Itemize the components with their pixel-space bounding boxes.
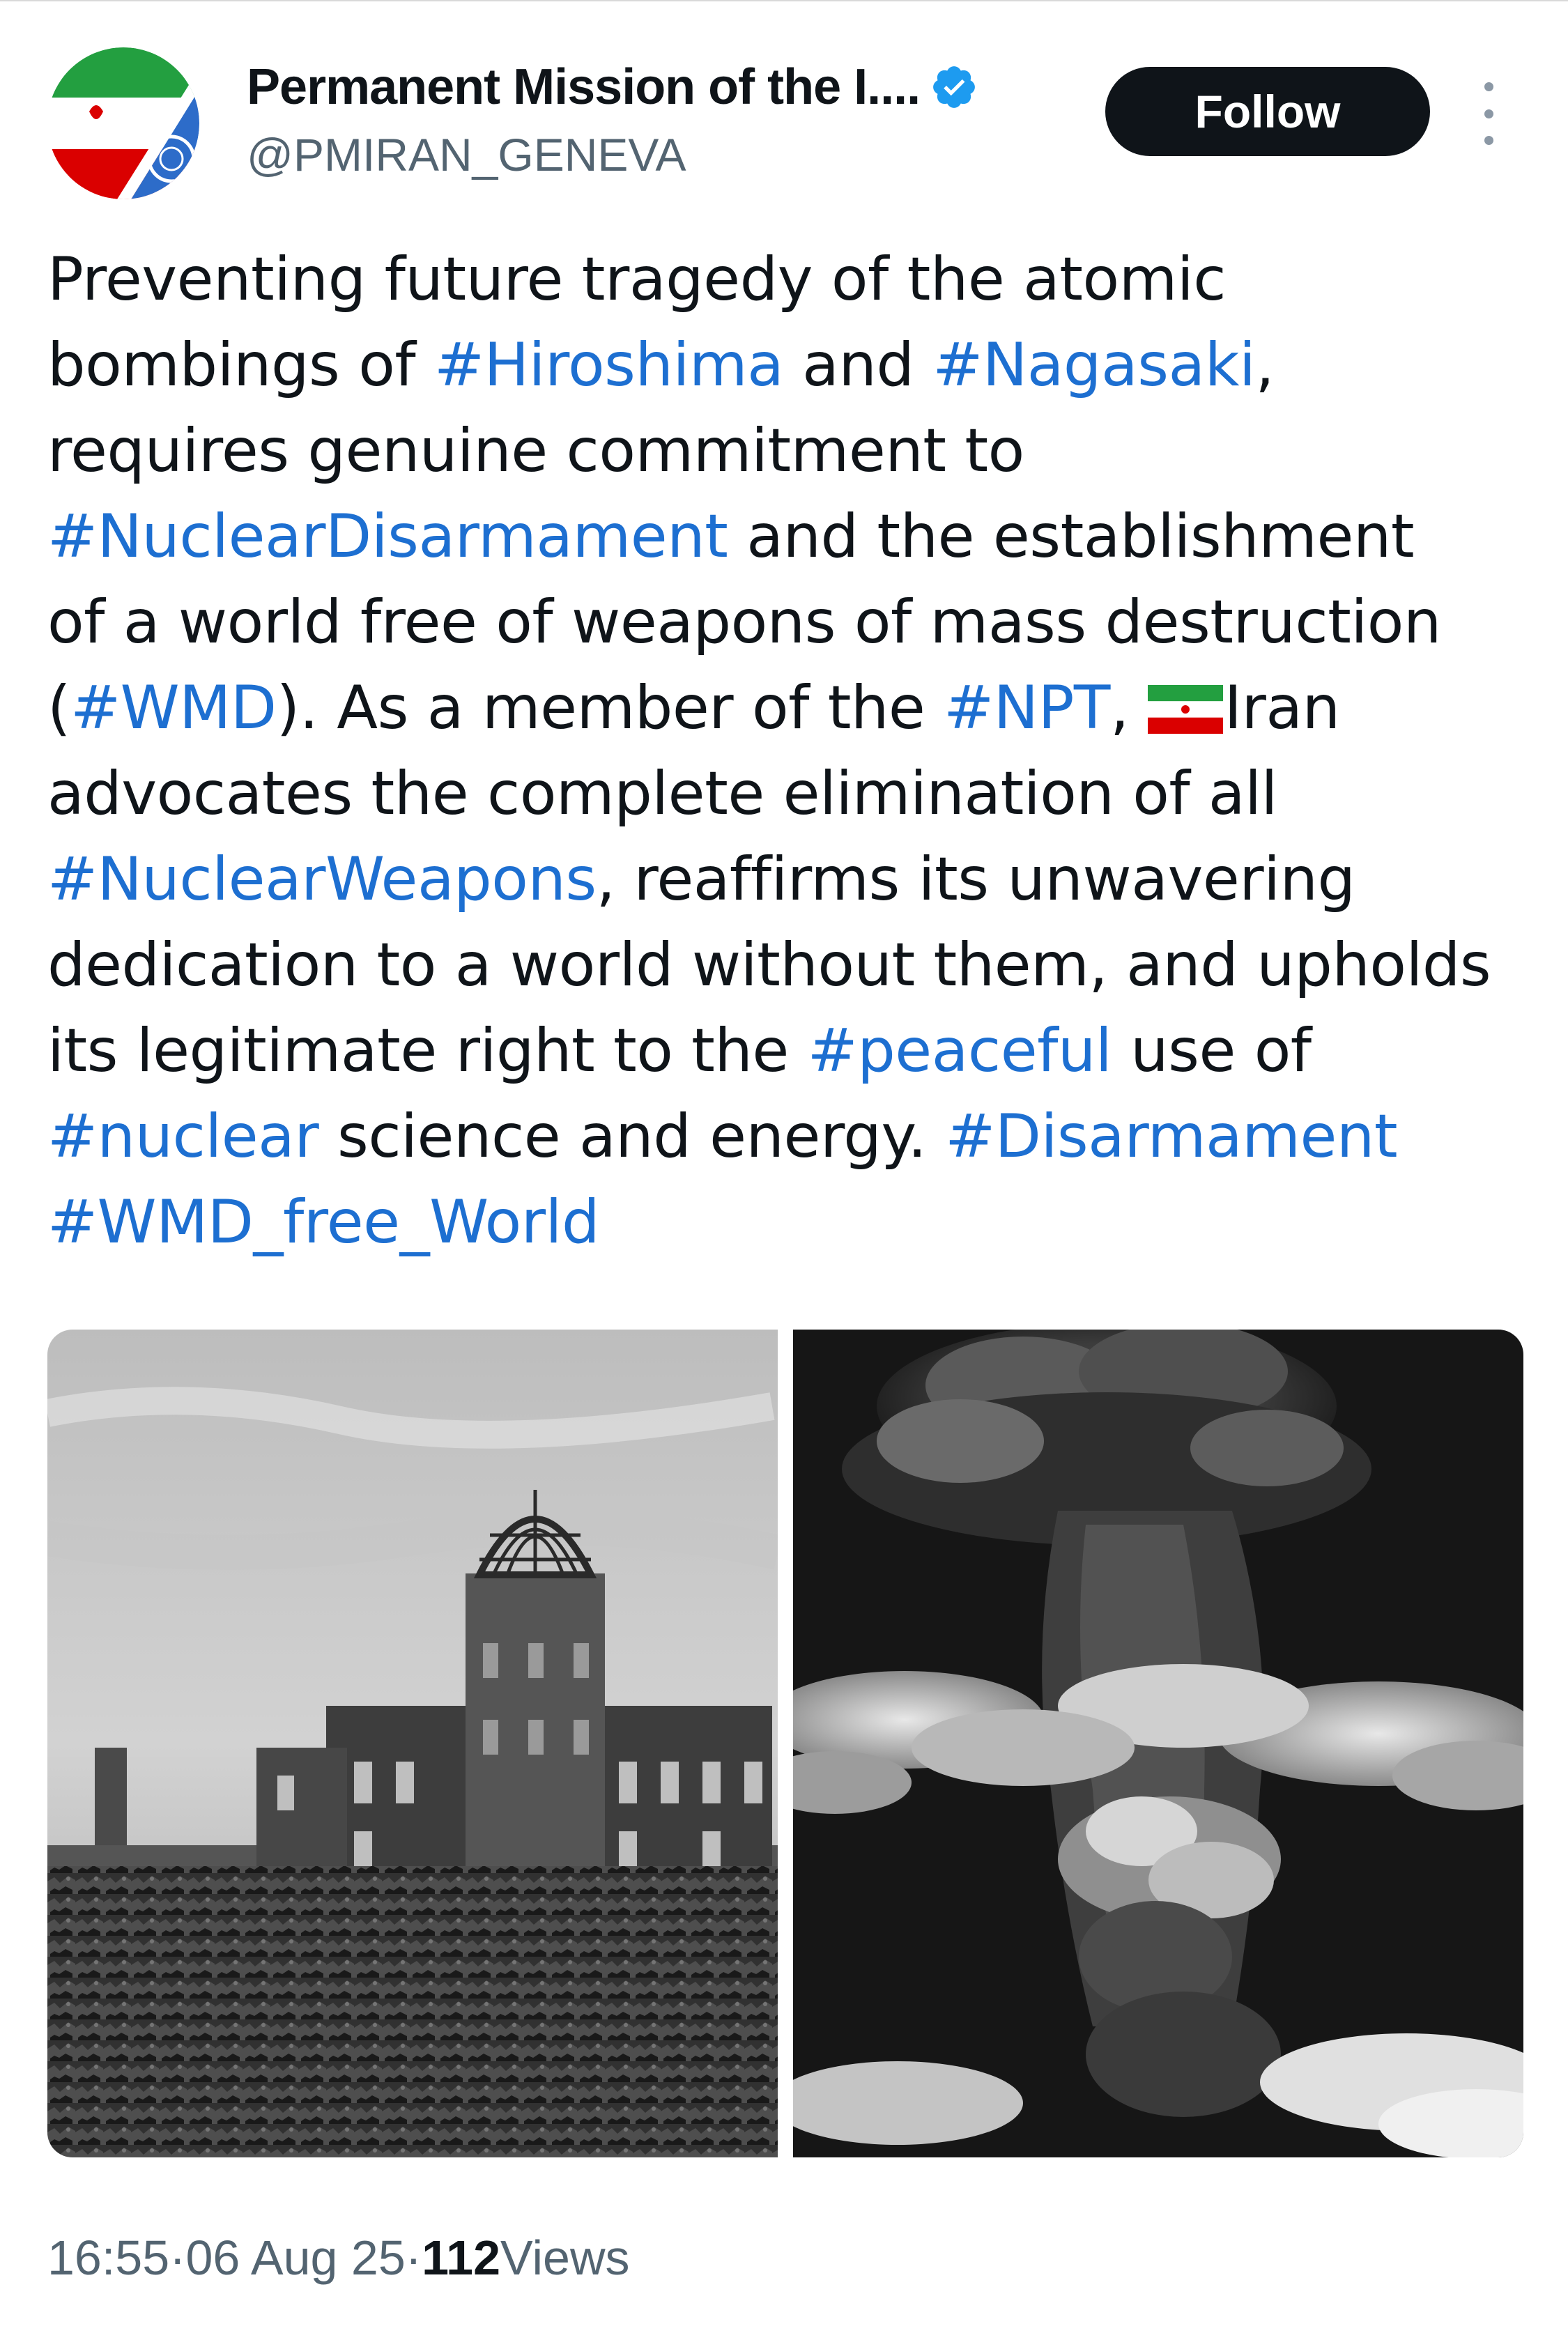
tweet-text-segment: and bbox=[783, 330, 933, 400]
tweet-text-line: #NuclearDisarmament and the establishmen… bbox=[47, 494, 1525, 580]
tweet-text-segment: , bbox=[1255, 330, 1275, 400]
hashtag-link[interactable]: #NuclearWeapons bbox=[47, 845, 597, 914]
hashtag-link[interactable]: #peaceful bbox=[808, 1016, 1112, 1086]
tweet-text-line: #NuclearWeapons, reaffirms its unwaverin… bbox=[47, 837, 1525, 923]
author-display-name[interactable]: Permanent Mission of the I.... bbox=[247, 59, 921, 116]
tweet-text-segment: , reaffirms its unwavering bbox=[596, 845, 1355, 914]
views-count: 112 bbox=[422, 2231, 501, 2285]
tweet-text-segment: and the establishment bbox=[728, 502, 1415, 571]
tweet-text-line: advocates the complete elimination of al… bbox=[47, 751, 1525, 837]
tweet-text-segment: Preventing future tragedy of the atomic bbox=[47, 245, 1227, 314]
hashtag-link[interactable]: #NPT bbox=[944, 673, 1110, 743]
media-grid bbox=[47, 1330, 1523, 2157]
tweet-meta: 16:55 · 06 Aug 25 · 112 Views bbox=[47, 2230, 630, 2286]
tweet-text-segment: its legitimate right to the bbox=[47, 1016, 808, 1086]
tweet-text-segment: Iran bbox=[1224, 673, 1340, 743]
tweet-text-line: #WMD_free_World bbox=[47, 1180, 1525, 1265]
hashtag-link[interactable]: #WMD_free_World bbox=[47, 1187, 600, 1257]
tweet-text-line: bombings of #Hiroshima and #Nagasaki, bbox=[47, 323, 1525, 408]
more-dot bbox=[1484, 136, 1493, 145]
more-dot bbox=[1484, 82, 1493, 91]
tweet-text-segment: use of bbox=[1112, 1016, 1312, 1086]
top-divider bbox=[0, 0, 1568, 1]
more-dot bbox=[1484, 109, 1493, 118]
tweet-text-line: Preventing future tragedy of the atomic bbox=[47, 237, 1525, 323]
verified-badge-icon bbox=[933, 66, 976, 108]
hashtag-link[interactable]: #Hiroshima bbox=[434, 330, 784, 400]
meta-separator: · bbox=[405, 2231, 422, 2285]
hashtag-link[interactable]: #nuclear bbox=[47, 1102, 319, 1171]
avatar-flag-image bbox=[47, 47, 199, 199]
tweet-text-segment: ). As a member of the bbox=[276, 673, 944, 743]
hiroshima-dome-ruins-photo bbox=[47, 1330, 778, 2157]
tweet-text-segment: , bbox=[1109, 673, 1148, 743]
mushroom-cloud-photo bbox=[793, 1330, 1523, 2157]
tweet-text-segment: of a world free of weapons of mass destr… bbox=[47, 587, 1441, 657]
tweet-text-segment: bombings of bbox=[47, 330, 434, 400]
tweet-time[interactable]: 16:55 bbox=[47, 2230, 169, 2286]
media-mushroom-cloud[interactable] bbox=[793, 1330, 1523, 2157]
tweet-text-line: requires genuine commitment to bbox=[47, 408, 1525, 494]
tweet-text-segment: requires genuine commitment to bbox=[47, 416, 1024, 486]
tweet-text-line: dedication to a world without them, and … bbox=[47, 923, 1525, 1008]
media-hiroshima-dome-ruins[interactable] bbox=[47, 1330, 778, 2157]
views-label: Views bbox=[500, 2231, 630, 2285]
author-name-row[interactable]: Permanent Mission of the I.... bbox=[247, 59, 978, 116]
hashtag-link[interactable]: #NuclearDisarmament bbox=[47, 502, 728, 571]
hashtag-link[interactable]: #WMD bbox=[70, 673, 277, 743]
tweet-text-segment: ( bbox=[47, 673, 71, 743]
tweet-text-line: #nuclear science and energy. #Disarmamen… bbox=[47, 1094, 1525, 1180]
author-handle[interactable]: @PMIRAN_GENEVA bbox=[247, 128, 686, 181]
hashtag-link[interactable]: #Nagasaki bbox=[932, 330, 1256, 400]
more-options-icon[interactable] bbox=[1469, 82, 1508, 145]
tweet-text-segment: advocates the complete elimination of al… bbox=[47, 759, 1277, 829]
tweet-text: Preventing future tragedy of the atomic b… bbox=[47, 237, 1525, 1265]
tweet-text-segment: science and energy. bbox=[318, 1102, 946, 1171]
iran-flag-emoji bbox=[1147, 685, 1223, 734]
tweet-text-line: (#WMD). As a member of the #NPT, Iran bbox=[47, 665, 1525, 751]
tweet-text-line: of a world free of weapons of mass destr… bbox=[47, 580, 1525, 665]
tweet-text-segment: dedication to a world without them, and … bbox=[47, 930, 1491, 1000]
avatar[interactable] bbox=[47, 47, 199, 199]
follow-button[interactable]: Follow bbox=[1105, 67, 1430, 156]
meta-separator: · bbox=[169, 2231, 186, 2285]
tweet-date[interactable]: 06 Aug 25 bbox=[185, 2230, 405, 2286]
hashtag-link[interactable]: #Disarmament bbox=[945, 1102, 1397, 1171]
tweet-text-line: its legitimate right to the #peaceful us… bbox=[47, 1008, 1525, 1094]
